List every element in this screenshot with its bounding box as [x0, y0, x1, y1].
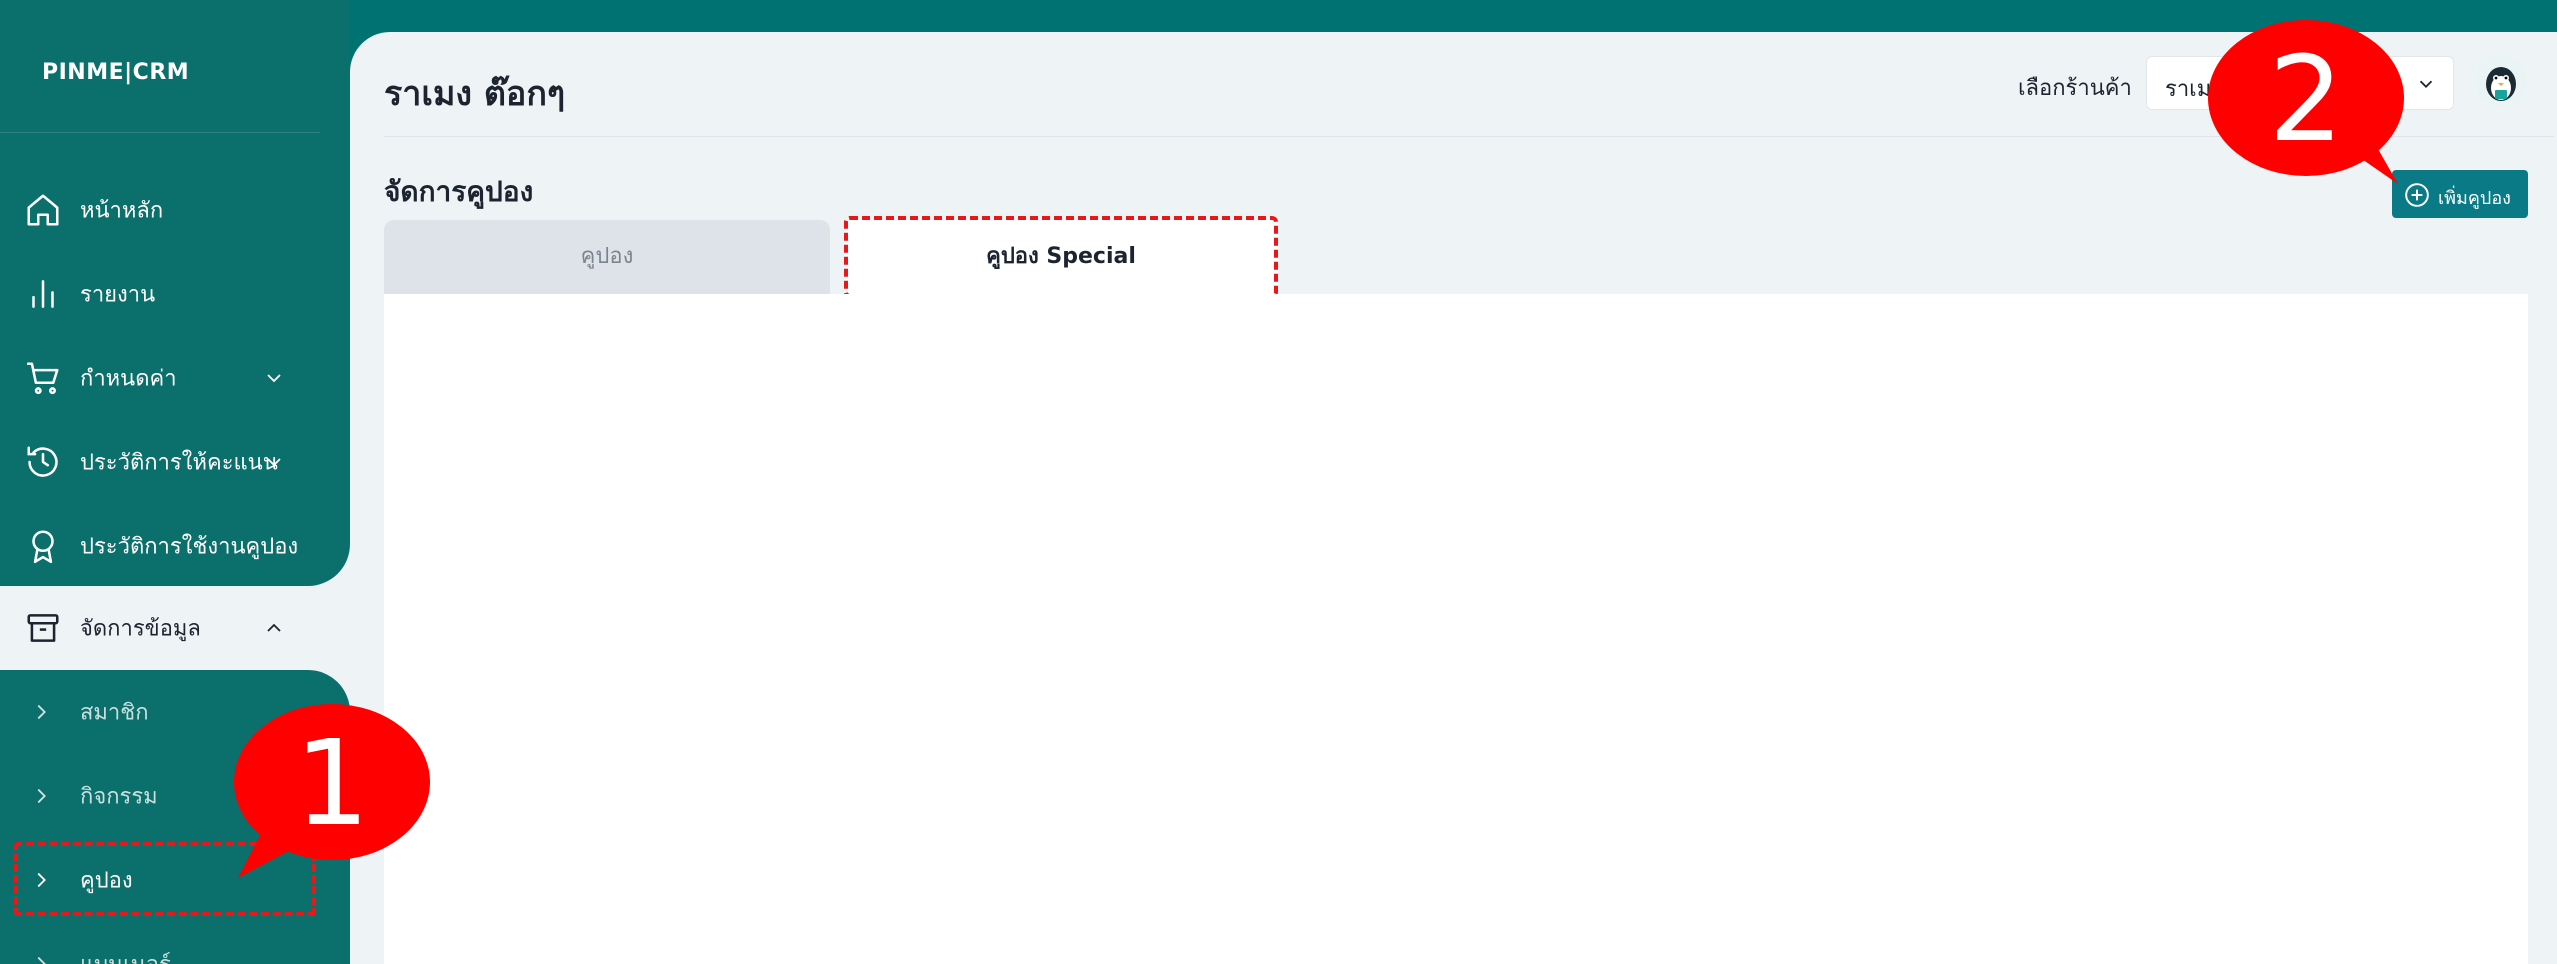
bar-chart-icon [32, 280, 54, 308]
archive-icon [27, 614, 59, 642]
logo-divider [0, 132, 320, 133]
page-title: ราเมง ต๊อกๆ [384, 74, 566, 114]
home-icon [27, 194, 59, 226]
app-logo: PINME|CRM [42, 60, 190, 85]
callout-bubble-1: 1 [234, 704, 430, 878]
history-icon [27, 446, 58, 477]
add-coupon-button[interactable]: เพิ่มคูปอง [2392, 170, 2528, 218]
avatar[interactable] [2474, 54, 2528, 108]
sidebar-item-label: ประวัติการใช้งานคูปอง [80, 534, 299, 560]
sidebar-item-label: หน้าหลัก [80, 198, 164, 224]
callout-number-1: 1 [294, 714, 369, 852]
penguin-avatar-icon [2474, 54, 2528, 108]
award-icon [32, 530, 54, 564]
chevron-right-icon [37, 956, 46, 964]
sidebar-item-label: ประวัติการให้คะแนน [80, 450, 278, 476]
callout-number-2: 2 [2268, 30, 2343, 168]
sidebar-item-coupon-history[interactable]: ประวัติการใช้งานคูปอง [0, 504, 350, 588]
sidebar-item-home[interactable]: หน้าหลัก [0, 168, 350, 252]
chevron-down-icon [267, 458, 281, 467]
chevron-right-icon [37, 788, 46, 804]
sidebar-item-label: รายงาน [80, 282, 156, 308]
sidebar-subitem-banners[interactable]: แบนเนอร์ [0, 922, 350, 964]
cart-icon [27, 362, 59, 395]
tab-coupon[interactable]: คูปอง [384, 220, 830, 294]
sidebar-item-report[interactable]: รายงาน [0, 252, 350, 336]
tab-content-area [384, 294, 2528, 964]
chevron-up-icon [267, 623, 281, 632]
tab-special-highlight-outline [844, 216, 1278, 298]
plus-circle-icon [2405, 183, 2429, 207]
sidebar-subitem-label: แบนเนอร์ [80, 947, 171, 964]
chevron-right-icon [37, 704, 46, 720]
add-coupon-label: เพิ่มคูปอง [2438, 188, 2511, 209]
sidebar-subitem-label: กิจกรรม [80, 784, 158, 810]
callout-bubble-2: 2 [2208, 20, 2404, 184]
sidebar-item-label: จัดการข้อมูล [80, 616, 201, 642]
sidebar-subitem-label: สมาชิก [80, 700, 149, 726]
sidebar-item-data-management[interactable]: จัดการข้อมูล [0, 586, 350, 670]
chevron-down-icon [267, 374, 281, 383]
sidebar-item-settings[interactable]: กำหนดค่า [0, 336, 350, 420]
sidebar-item-points-history[interactable]: ประวัติการให้คะแนน [0, 420, 350, 504]
section-title: จัดการคูปอง [384, 175, 534, 208]
sidebar-item-label: กำหนดค่า [80, 366, 177, 392]
chevron-down-icon [2419, 80, 2433, 89]
store-select-label: เลือกร้านค้า [2018, 76, 2132, 101]
